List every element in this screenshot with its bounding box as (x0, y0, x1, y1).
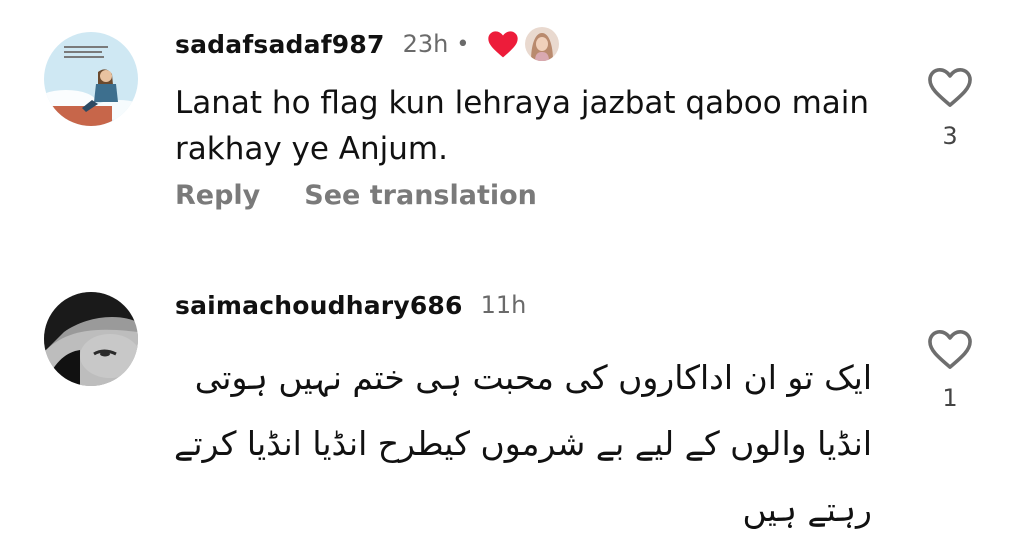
timestamp: 23h (402, 30, 449, 58)
username[interactable]: sadafsadaf987 (175, 30, 385, 59)
comment-header: saimachoudhary686 11h (175, 285, 526, 325)
like-count: 1 (942, 384, 958, 412)
timestamp: 11h (480, 291, 527, 319)
user-avatar[interactable] (44, 292, 138, 386)
user-avatar[interactable] (44, 32, 138, 126)
heart-outline-icon[interactable] (927, 66, 973, 108)
heart-outline-icon[interactable] (927, 328, 973, 370)
comment-header: sadafsadaf987 23h • (175, 24, 560, 64)
like-count: 3 (942, 122, 958, 150)
comment-item: saimachoudhary686 11h ایک تو ان اداکاروں… (0, 270, 1024, 539)
comment-item: sadafsadaf987 23h • Lanat ho flag kun le… (0, 0, 1024, 250)
reply-button[interactable]: Reply (175, 180, 260, 211)
comment-text: Lanat ho flag kun lehraya jazbat qaboo m… (175, 85, 870, 167)
creator-liked-heart-icon (488, 31, 518, 58)
like-control: 3 (925, 66, 975, 150)
comment-text: ایک تو ان اداکاروں کی محبت ہی ختم نہیں ہ… (173, 358, 872, 529)
separator-dot: • (456, 31, 470, 57)
comment-actions: Reply See translation (175, 180, 537, 211)
see-translation-button[interactable]: See translation (304, 180, 537, 211)
username[interactable]: saimachoudhary686 (175, 291, 463, 320)
creator-avatar (525, 27, 560, 61)
like-control: 1 (925, 328, 975, 412)
